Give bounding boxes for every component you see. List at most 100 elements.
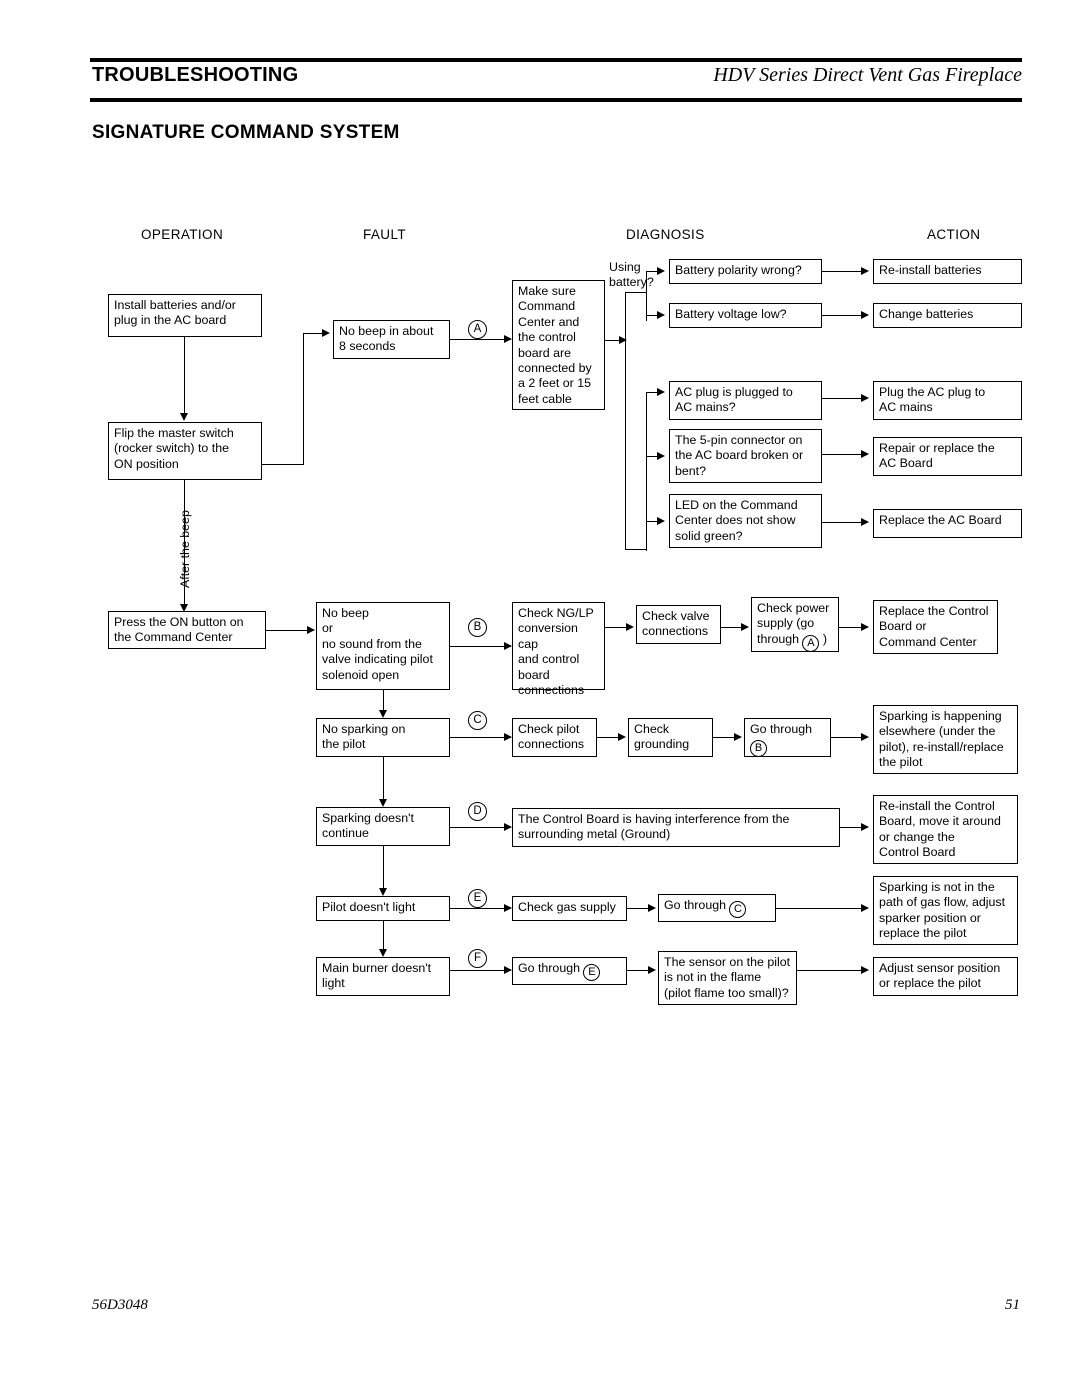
arrowhead-checkpower-to-replacecontrol — [861, 623, 869, 631]
marker-circle-e-inline: E — [583, 964, 601, 981]
arrowhead-sparkingstops-to-interference — [504, 823, 512, 831]
connector-fault-c-to-d — [383, 757, 385, 801]
connector-fault-d-to-e — [383, 846, 385, 890]
connector-sparkingstops-to-interference — [449, 827, 511, 829]
arrowhead-interference-to-reinstallcontrol — [861, 823, 869, 831]
fault-box-pilot-doesnt-light: Pilot doesn't light — [316, 896, 450, 921]
arrowhead-battery-voltage — [657, 311, 665, 319]
arrowhead-burnernolight-to-gothroughe — [504, 966, 512, 974]
connector-burnernolight-to-gothroughe — [449, 970, 511, 972]
arrowhead-battery-polarity — [657, 267, 665, 275]
connector-gothroughc-to-sparkingnotpath — [775, 908, 867, 910]
action-box-replace-ac-board: Replace the AC Board — [873, 509, 1022, 538]
operation-box-press-on-button: Press the ON button on the Command Cente… — [108, 611, 266, 649]
diagnosis-box-sensor-not-in-flame: The sensor on the pilot is not in the fl… — [658, 951, 797, 1005]
arrowhead-acplug-to-plugac — [861, 394, 869, 402]
arrowhead-nobeep-to-makesure — [504, 335, 512, 343]
action-box-change-batteries: Change batteries — [873, 303, 1022, 328]
fault-box-main-burner-doesnt-light: Main burner doesn't light — [316, 957, 450, 996]
action-box-adjust-sensor-position: Adjust sensor position or replace the pi… — [873, 957, 1018, 996]
arrowhead-voltage-to-change — [861, 311, 869, 319]
diagnosis-box-check-grounding: Check grounding — [628, 718, 713, 757]
diagnosis-box-go-through-e: Go through E — [512, 957, 627, 985]
footer-page-number: 51 — [1005, 1297, 1020, 1313]
column-heading-diagnosis: DIAGNOSIS — [626, 227, 705, 242]
connector-flip-to-presson — [184, 480, 186, 606]
action-box-sparking-elsewhere: Sparking is happening elsewhere (under t… — [873, 705, 1018, 774]
marker-circle-f: F — [468, 949, 487, 968]
arrowhead-five-pin — [657, 452, 665, 460]
diagnosis-box-check-gas-supply: Check gas supply — [512, 896, 627, 921]
marker-circle-b: B — [468, 618, 487, 637]
footer-document-number: 56D3048 — [92, 1297, 148, 1313]
arrowhead-grounding-to-gothroughb — [734, 733, 742, 741]
connector-nobeep2-to-ngl — [449, 646, 511, 648]
arrowhead-fivepin-to-repair — [861, 450, 869, 458]
diagnosis-box-control-board-interference: The Control Board is having interference… — [512, 808, 840, 847]
connector-fault-b-to-c — [383, 690, 385, 712]
diagnosis-box-led-not-green: LED on the Command Center does not show … — [669, 494, 822, 548]
diagnosis-box-go-through-c: Go through C — [658, 894, 776, 922]
operation-box-flip-master-switch: Flip the master switch (rocker switch) t… — [108, 422, 262, 480]
check-power-text-post: ) — [819, 631, 828, 646]
diagnosis-box-check-ngl-conversion: Check NG/LP conversion cap and control b… — [512, 602, 605, 697]
arrowhead-ac-plug — [657, 388, 665, 396]
action-box-plug-ac-mains: Plug the AC plug to AC mains — [873, 381, 1022, 420]
arrowhead-checkpilot-to-grounding — [618, 733, 626, 741]
arrowhead-presson-to-nobeep2 — [307, 626, 315, 634]
arrowhead-nosparking-to-checkpilot — [504, 733, 512, 741]
diagnosis-box-go-through-b: Go through B — [744, 718, 831, 758]
arrowhead-nobeep2-to-ngl — [504, 642, 512, 650]
arrowhead-gothroughe-to-sensor — [648, 966, 656, 974]
diagnosis-box-five-pin-connector: The 5-pin connector on the AC board brok… — [669, 429, 822, 483]
fault-box-sparking-doesnt-continue: Sparking doesn't continue — [316, 807, 450, 846]
arrowhead-led-green — [657, 517, 665, 525]
column-heading-action: ACTION — [927, 227, 981, 242]
connector-ac-split — [646, 392, 648, 551]
arrowhead-pilotnolight-to-checkgas — [504, 904, 512, 912]
connector-flip-up — [303, 333, 305, 465]
connector-install-to-flip — [184, 337, 186, 415]
action-box-repair-ac-board: Repair or replace the AC Board — [873, 437, 1022, 476]
diagnosis-box-battery-polarity: Battery polarity wrong? — [669, 259, 822, 284]
go-through-c-text: Go through — [664, 898, 730, 912]
connector-presson-to-nobeep2 — [265, 630, 309, 632]
operation-box-install-batteries: Install batteries and/or plug in the AC … — [108, 294, 262, 337]
connector-battery-split — [646, 271, 648, 321]
arrowhead-checkgas-to-gothroughc — [648, 904, 656, 912]
page: TROUBLESHOOTING HDV Series Direct Vent G… — [0, 0, 1080, 1397]
section-title: SIGNATURE COMMAND SYSTEM — [92, 122, 400, 143]
arrowhead-fault-d-to-e — [379, 888, 387, 896]
arrowhead-ngl-to-checkvalve — [626, 623, 634, 631]
connector-flip-to-nobeep — [303, 333, 324, 335]
arrowhead-gothroughb-to-sparkingelsewhere — [861, 733, 869, 741]
arrowhead-polarity-to-reinstall — [861, 267, 869, 275]
go-through-b-text: Go through — [750, 722, 812, 736]
connector-fault-e-to-f — [383, 921, 385, 951]
diagnosis-box-check-pilot-connections: Check pilot connections — [512, 718, 597, 757]
header-rule-bottom — [90, 98, 1022, 102]
arrowhead-flip-to-nobeep — [322, 329, 330, 337]
action-box-replace-control-board: Replace the Control Board or Command Cen… — [873, 600, 998, 654]
action-box-reinstall-control-board: Re-install the Control Board, move it ar… — [873, 795, 1018, 864]
diagnosis-box-battery-voltage: Battery voltage low? — [669, 303, 822, 328]
product-name: HDV Series Direct Vent Gas Fireplace — [713, 64, 1022, 86]
column-heading-fault: FAULT — [363, 227, 407, 242]
action-box-reinstall-batteries: Re-install batteries — [873, 259, 1022, 284]
connector-trunk-to-batterysplit — [625, 292, 647, 294]
connector-diagnosis-trunk — [625, 292, 627, 550]
column-heading-operation: OPERATION — [141, 227, 224, 242]
marker-circle-d: D — [468, 802, 487, 821]
arrowhead-checkvalve-to-checkpower — [741, 623, 749, 631]
go-through-e-text: Go through — [518, 961, 584, 975]
connector-sensor-to-adjustsensor — [796, 970, 867, 972]
diagnosis-box-make-sure-cable: Make sure Command Center and the control… — [512, 280, 605, 410]
connector-trunk-to-acsplit — [625, 549, 647, 551]
connector-pilotnolight-to-checkgas — [449, 908, 511, 910]
connector-flip-right — [261, 464, 304, 466]
fault-box-no-beep-8-seconds: No beep in about 8 seconds — [333, 320, 450, 359]
arrowhead-fault-b-to-c — [379, 710, 387, 718]
arrowhead-fault-e-to-f — [379, 949, 387, 957]
arrowhead-install-to-flip — [180, 413, 188, 421]
marker-circle-e: E — [468, 889, 487, 908]
